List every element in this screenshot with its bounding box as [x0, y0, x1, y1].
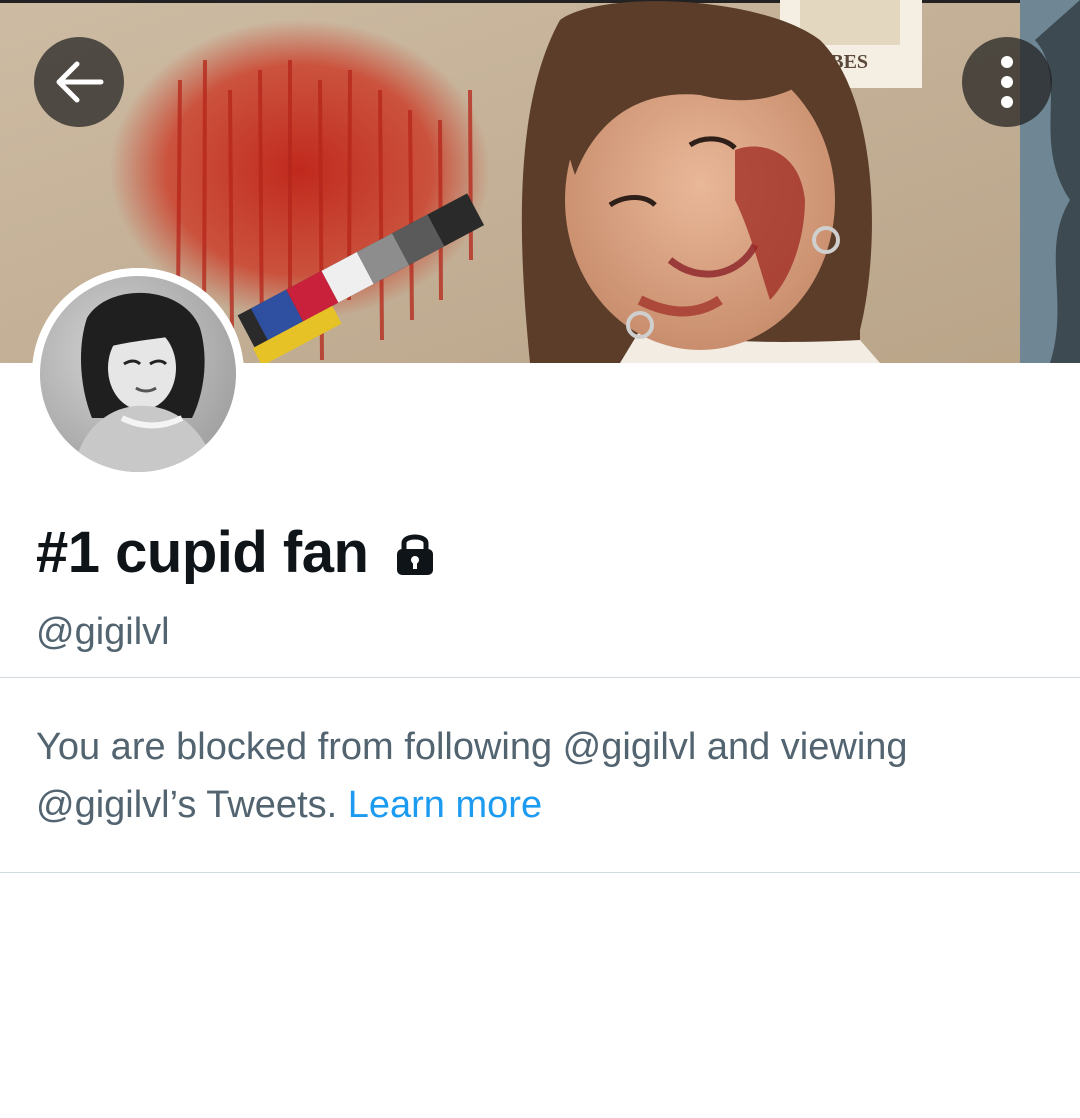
profile-page: VIBES #1 cupid fan @gigilvl You are bloc… — [0, 0, 1080, 1118]
divider — [0, 677, 1080, 678]
back-button[interactable] — [34, 37, 124, 127]
profile-handle: @gigilvl — [36, 611, 170, 653]
lock-icon — [394, 530, 436, 576]
blocked-notice: You are blocked from following @gigilvl … — [36, 718, 1046, 834]
profile-avatar[interactable] — [32, 268, 244, 480]
arrow-left-icon — [56, 61, 104, 103]
more-vertical-icon — [1001, 56, 1013, 108]
divider — [0, 872, 1080, 873]
learn-more-link[interactable]: Learn more — [348, 784, 542, 826]
profile-name-row: #1 cupid fan — [36, 518, 436, 588]
display-name: #1 cupid fan — [36, 520, 369, 585]
more-options-button[interactable] — [962, 37, 1052, 127]
